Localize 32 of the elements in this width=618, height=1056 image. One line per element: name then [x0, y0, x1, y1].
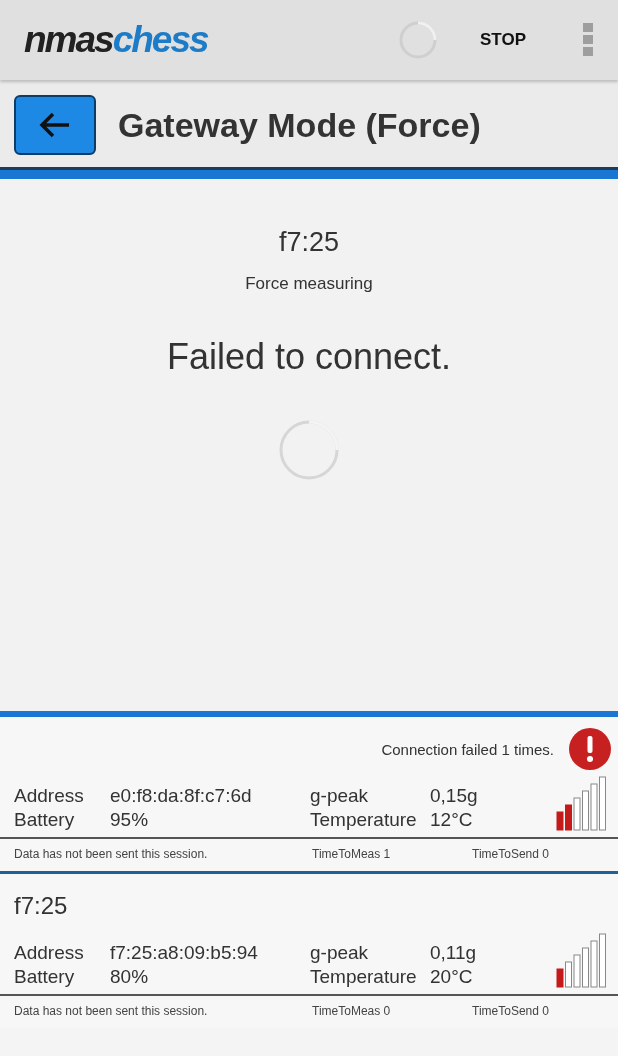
- time-to-send: TimeToSend 0: [472, 847, 549, 861]
- mode-label: Force measuring: [245, 274, 373, 294]
- status-message: Failed to connect.: [166, 336, 452, 378]
- field-value: 80%: [110, 966, 150, 988]
- field-label: g-peak: [310, 785, 370, 807]
- field-value: 95%: [110, 809, 150, 831]
- field-label: Battery: [14, 809, 76, 831]
- time-to-measure: TimeToMeas 1: [312, 847, 392, 861]
- device-name: f7:25: [14, 892, 68, 920]
- logo: nmaschess: [24, 19, 208, 61]
- field-label: Address: [14, 942, 85, 964]
- time-to-measure: TimeToMeas 0: [312, 1004, 392, 1018]
- device-name: f7:25: [278, 227, 340, 258]
- field-value: f7:25:a8:09:b5:94: [110, 942, 259, 964]
- field-value: e0:f8:da:8f:c7:6d: [110, 785, 253, 807]
- time-to-send: TimeToSend 0: [472, 1004, 549, 1018]
- field-value: 0,11g: [430, 942, 478, 964]
- screen-title: Gateway Mode (Force): [118, 105, 481, 145]
- send-status: Data has not been sent this session.: [14, 847, 209, 861]
- field-label: Battery: [14, 966, 76, 988]
- stop-button[interactable]: STOP: [474, 24, 532, 56]
- field-value: 12°C: [430, 809, 474, 831]
- connection-status: Connection failed 1 times.: [381, 740, 554, 758]
- back-arrow-icon: [38, 110, 72, 140]
- field-label: Address: [14, 785, 85, 807]
- field-label: Temperature: [310, 966, 418, 988]
- send-status: Data has not been sent this session.: [14, 1004, 209, 1018]
- field-value: 0,15g: [430, 785, 479, 807]
- field-label: Temperature: [310, 809, 418, 831]
- field-value: 20°C: [430, 966, 474, 988]
- field-label: g-peak: [310, 942, 370, 964]
- back-button[interactable]: [14, 95, 96, 155]
